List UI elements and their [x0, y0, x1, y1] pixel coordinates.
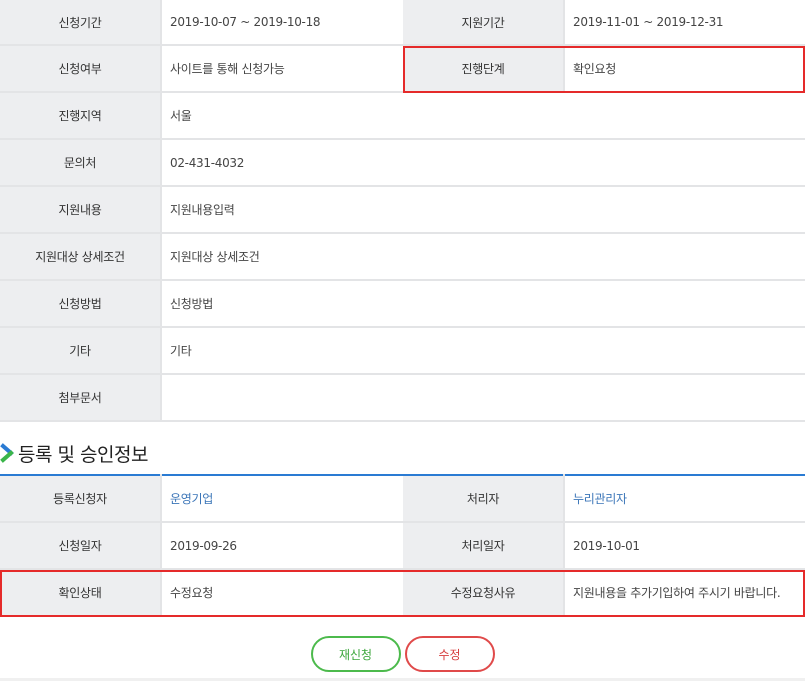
application-period-value: 2019-10-07 ~ 2019-10-18: [161, 0, 403, 46]
processor-label: 처리자: [403, 475, 565, 523]
registrant-link[interactable]: 운영기업: [161, 475, 403, 523]
application-date-value: 2019-09-26: [161, 522, 403, 570]
registrant-label: 등록신청자: [0, 475, 162, 523]
processing-date-label: 처리일자: [403, 522, 565, 570]
table-row: 등록신청자 운영기업 처리자 누리관리자: [0, 475, 805, 523]
application-date-label: 신청일자: [0, 522, 162, 570]
processor-link[interactable]: 누리관리자: [564, 475, 805, 523]
table-row: 지원대상 상세조건 지원대상 상세조건: [0, 233, 805, 281]
section-title-text: 등록 및 승인정보: [18, 443, 148, 466]
revision-reason-label: 수정요청사유: [403, 569, 565, 617]
etc-value: 기타: [161, 327, 805, 375]
table-row: 기타 기타: [0, 327, 805, 375]
application-period-label: 신청기간: [0, 0, 162, 46]
region-value: 서울: [161, 92, 805, 140]
progress-stage-value: 확인요청: [564, 45, 805, 93]
application-availability-value: 사이트를 통해 신청가능: [161, 45, 403, 93]
attachments-label: 첨부문서: [0, 374, 162, 422]
table-row: 지원내용 지원내용입력: [0, 186, 805, 234]
support-content-label: 지원내용: [0, 186, 162, 234]
table-row: 신청방법 신청방법: [0, 280, 805, 328]
registration-approval-table: 등록신청자 운영기업 처리자 누리관리자 신청일자 2019-09-26 처리일…: [0, 474, 805, 617]
etc-label: 기타: [0, 327, 162, 375]
confirmation-status-label: 확인상태: [0, 569, 162, 617]
table-row: 신청기간 2019-10-07 ~ 2019-10-18 지원기간 2019-1…: [0, 0, 805, 46]
attachments-value: [161, 374, 805, 422]
revision-reason-value: 지원내용을 추가기입하여 주시기 바랍니다.: [564, 569, 805, 617]
progress-stage-label: 진행단계: [403, 45, 565, 93]
edit-button[interactable]: 수정: [404, 636, 495, 672]
application-method-value: 신청방법: [161, 280, 805, 328]
action-buttons: 재신청 수정: [0, 636, 805, 672]
support-period-label: 지원기간: [403, 0, 565, 46]
table-row: 신청일자 2019-09-26 처리일자 2019-10-01: [0, 522, 805, 570]
section-heading: 등록 및 승인정보: [0, 438, 148, 468]
table-row: 신청여부 사이트를 통해 신청가능 진행단계 확인요청: [0, 45, 805, 93]
table-row: 진행지역 서울: [0, 92, 805, 140]
contact-value: 02-431-4032: [161, 139, 805, 187]
table-row: 첨부문서: [0, 374, 805, 422]
table-row: 확인상태 수정요청 수정요청사유 지원내용을 추가기입하여 주시기 바랍니다.: [0, 569, 805, 617]
chevron-right-icon: [0, 443, 14, 463]
processing-date-value: 2019-10-01: [564, 522, 805, 570]
table-row: 문의처 02-431-4032: [0, 139, 805, 187]
target-conditions-label: 지원대상 상세조건: [0, 233, 162, 281]
contact-label: 문의처: [0, 139, 162, 187]
application-availability-label: 신청여부: [0, 45, 162, 93]
support-info-table: 신청기간 2019-10-07 ~ 2019-10-18 지원기간 2019-1…: [0, 0, 805, 422]
confirmation-status-value: 수정요청: [161, 569, 403, 617]
target-conditions-value: 지원대상 상세조건: [161, 233, 805, 281]
application-method-label: 신청방법: [0, 280, 162, 328]
support-content-value: 지원내용입력: [161, 186, 805, 234]
reapply-button[interactable]: 재신청: [310, 636, 401, 672]
support-period-value: 2019-11-01 ~ 2019-12-31: [564, 0, 805, 46]
region-label: 진행지역: [0, 92, 162, 140]
